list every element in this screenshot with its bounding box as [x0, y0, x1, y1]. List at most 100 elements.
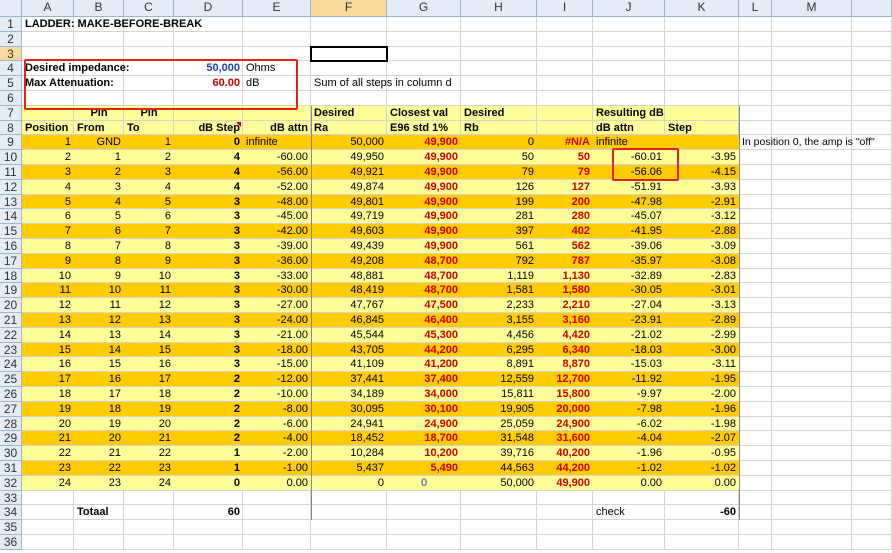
pin-from-cell[interactable]: 1 — [74, 150, 124, 165]
resulting-attn-cell[interactable]: -4.04 — [593, 431, 665, 447]
grid-cell[interactable] — [311, 520, 387, 535]
grid-cell[interactable] — [852, 475, 892, 491]
position-cell[interactable]: 5 — [22, 194, 74, 210]
resulting-step-cell[interactable]: -3.12 — [665, 209, 739, 225]
row-header[interactable]: 32 — [0, 475, 22, 491]
pin-to-cell[interactable]: 2 — [124, 150, 174, 165]
rb-cell[interactable]: 79 — [461, 165, 537, 180]
position-cell[interactable]: 8 — [22, 239, 74, 254]
e96-cell[interactable]: 37,400 — [387, 372, 461, 387]
grid-cell[interactable] — [124, 520, 174, 535]
db-attn-cell[interactable]: -52.00 — [243, 179, 311, 195]
ra-resulting-cell[interactable]: 3,160 — [537, 313, 593, 328]
resulting-attn-cell[interactable]: -51.91 — [593, 179, 665, 195]
grid-cell[interactable] — [739, 61, 772, 77]
db-attn-cell[interactable]: -18.00 — [243, 342, 311, 358]
grid-cell[interactable] — [772, 31, 852, 47]
grid-cell[interactable] — [537, 535, 593, 550]
e96-cell[interactable]: 49,900 — [387, 165, 461, 180]
pin-from-cell[interactable]: 2 — [74, 165, 124, 180]
grid-cell[interactable] — [665, 46, 739, 62]
grid-cell[interactable] — [461, 535, 537, 550]
grid-cell[interactable] — [243, 520, 311, 535]
grid-cell[interactable] — [772, 387, 852, 402]
grid-cell[interactable] — [772, 268, 852, 284]
row-header[interactable]: 15 — [0, 224, 22, 239]
db-attn-cell[interactable]: -15.00 — [243, 357, 311, 373]
grid-cell[interactable] — [772, 298, 852, 313]
db-step-cell[interactable]: 1 — [174, 461, 243, 476]
resulting-step-cell[interactable]: -2.99 — [665, 327, 739, 343]
column-header-E[interactable]: E — [243, 0, 311, 17]
e96-cell[interactable]: 44,200 — [387, 342, 461, 358]
grid-cell[interactable] — [852, 535, 892, 550]
grid-cell[interactable] — [593, 76, 665, 91]
grid-cell[interactable] — [739, 327, 772, 343]
position-cell[interactable]: 13 — [22, 313, 74, 328]
db-step-cell[interactable]: 2 — [174, 387, 243, 402]
grid-cell[interactable] — [593, 46, 665, 62]
db-step-cell[interactable]: 3 — [174, 253, 243, 269]
grid-cell[interactable] — [772, 150, 852, 165]
e96-cell[interactable]: 49,900 — [387, 209, 461, 225]
pin-from-cell[interactable]: 9 — [74, 268, 124, 284]
row-header[interactable]: 12 — [0, 179, 22, 195]
grid-cell[interactable] — [461, 505, 537, 521]
grid-cell[interactable] — [772, 372, 852, 387]
grid-cell[interactable] — [739, 150, 772, 165]
grid-cell[interactable] — [739, 253, 772, 269]
position-cell[interactable]: 24 — [22, 475, 74, 491]
rb-cell[interactable]: 281 — [461, 209, 537, 225]
db-step-cell[interactable]: 0 — [174, 135, 243, 151]
grid-cell[interactable] — [74, 490, 124, 506]
grid-cell[interactable] — [852, 120, 892, 136]
rb-cell[interactable]: 39,716 — [461, 446, 537, 461]
resulting-attn-cell[interactable]: -7.98 — [593, 401, 665, 417]
db-step-cell[interactable]: 4 — [174, 165, 243, 180]
grid-cell[interactable] — [665, 490, 739, 506]
pin-to-cell[interactable]: 18 — [124, 387, 174, 402]
grid-cell[interactable] — [852, 298, 892, 313]
grid-cell[interactable] — [461, 46, 537, 62]
row-header[interactable]: 30 — [0, 446, 22, 461]
pin-from-cell[interactable]: 13 — [74, 327, 124, 343]
grid-cell[interactable] — [461, 31, 537, 47]
grid-cell[interactable] — [387, 17, 461, 32]
pin-to-cell[interactable]: 14 — [124, 327, 174, 343]
e96-cell[interactable]: 46,400 — [387, 313, 461, 328]
pin-from-cell[interactable]: 21 — [74, 446, 124, 461]
row-header[interactable]: 10 — [0, 150, 22, 165]
grid-cell[interactable] — [665, 91, 739, 106]
row-header[interactable]: 8 — [0, 120, 22, 136]
rb-cell[interactable]: 6,295 — [461, 342, 537, 358]
db-attn-cell[interactable]: -8.00 — [243, 401, 311, 417]
ra-resulting-cell[interactable]: 24,900 — [537, 416, 593, 432]
grid-cell[interactable] — [739, 416, 772, 432]
pin-to-cell[interactable]: 3 — [124, 165, 174, 180]
pin-from-cell[interactable]: 12 — [74, 313, 124, 328]
row-header[interactable]: 21 — [0, 313, 22, 328]
grid-cell[interactable] — [852, 165, 892, 180]
pin-to-cell[interactable]: 15 — [124, 342, 174, 358]
grid-cell[interactable] — [852, 327, 892, 343]
row-header[interactable]: 33 — [0, 490, 22, 506]
pin-to-cell[interactable]: 1 — [124, 135, 174, 151]
db-attn-cell[interactable]: -56.00 — [243, 165, 311, 180]
db-attn-cell[interactable]: -27.00 — [243, 298, 311, 313]
row-header[interactable]: 16 — [0, 239, 22, 254]
grid-cell[interactable] — [739, 313, 772, 328]
pin-from-cell[interactable]: 7 — [74, 239, 124, 254]
db-step-cell[interactable]: 3 — [174, 327, 243, 343]
position-cell[interactable]: 14 — [22, 327, 74, 343]
db-attn-cell[interactable]: -45.00 — [243, 209, 311, 225]
grid-cell[interactable] — [739, 105, 772, 121]
grid-cell[interactable] — [387, 31, 461, 47]
pin-to-cell[interactable]: 20 — [124, 416, 174, 432]
ra-cell[interactable]: 30,095 — [311, 401, 387, 417]
grid-cell[interactable] — [387, 490, 461, 506]
pin-to-cell[interactable]: 10 — [124, 268, 174, 284]
rb-cell[interactable]: 4,456 — [461, 327, 537, 343]
grid-cell[interactable] — [739, 31, 772, 47]
resulting-step-cell[interactable]: -2.88 — [665, 224, 739, 239]
grid-cell[interactable] — [852, 342, 892, 358]
